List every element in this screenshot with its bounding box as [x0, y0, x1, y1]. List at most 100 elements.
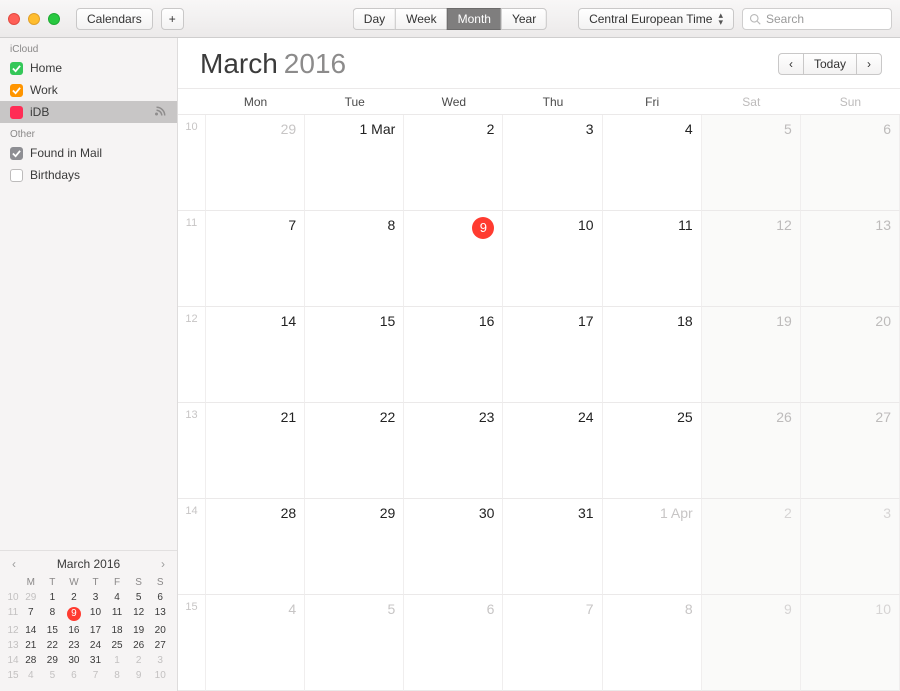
timezone-dropdown[interactable]: Central European Time ▴▾	[578, 8, 734, 30]
day-cell[interactable]: 13	[801, 211, 900, 307]
day-cell[interactable]: 6	[801, 115, 900, 211]
mini-day[interactable]: 5	[128, 590, 150, 605]
mini-day[interactable]: 10	[149, 668, 171, 683]
mini-day[interactable]: 17	[85, 623, 107, 638]
day-cell[interactable]: 18	[603, 307, 702, 403]
day-cell[interactable]: 14	[206, 307, 305, 403]
day-cell[interactable]: 21	[206, 403, 305, 499]
mini-day[interactable]: 30	[63, 653, 85, 668]
mini-day[interactable]: 8	[42, 605, 64, 623]
mini-day[interactable]: 23	[63, 638, 85, 653]
mini-day[interactable]: 29	[42, 653, 64, 668]
mini-day[interactable]: 4	[106, 590, 128, 605]
mini-day[interactable]: 2	[63, 590, 85, 605]
day-cell[interactable]: 2	[404, 115, 503, 211]
calendar-checkbox[interactable]	[10, 62, 23, 75]
day-cell[interactable]: 8	[305, 211, 404, 307]
mini-day[interactable]: 1	[42, 590, 64, 605]
prev-button[interactable]: ‹	[778, 53, 803, 75]
day-cell[interactable]: 19	[702, 307, 801, 403]
mini-day[interactable]: 9	[63, 605, 85, 623]
zoom-window-button[interactable]	[48, 13, 60, 25]
mini-day[interactable]: 6	[149, 590, 171, 605]
mini-day[interactable]: 31	[85, 653, 107, 668]
calendars-button[interactable]: Calendars	[76, 8, 153, 30]
day-cell[interactable]: 1 Apr	[603, 499, 702, 595]
day-cell[interactable]: 4	[206, 595, 305, 691]
day-cell[interactable]: 27	[801, 403, 900, 499]
day-cell[interactable]: 3	[503, 115, 602, 211]
mini-day[interactable]: 1	[106, 653, 128, 668]
mini-prev-button[interactable]: ‹	[8, 557, 20, 571]
day-cell[interactable]: 24	[503, 403, 602, 499]
mini-day[interactable]: 9	[128, 668, 150, 683]
mini-day[interactable]: 14	[20, 623, 42, 638]
mini-day[interactable]: 24	[85, 638, 107, 653]
day-cell[interactable]: 17	[503, 307, 602, 403]
day-cell[interactable]: 10	[503, 211, 602, 307]
day-cell[interactable]: 9	[404, 211, 503, 307]
day-cell[interactable]: 7	[503, 595, 602, 691]
minimize-window-button[interactable]	[28, 13, 40, 25]
day-cell[interactable]: 8	[603, 595, 702, 691]
calendar-item-work[interactable]: Work	[0, 79, 177, 101]
mini-day[interactable]: 22	[42, 638, 64, 653]
mini-day[interactable]: 3	[149, 653, 171, 668]
mini-day[interactable]: 7	[20, 605, 42, 623]
calendar-checkbox[interactable]	[10, 169, 23, 182]
mini-day[interactable]: 8	[106, 668, 128, 683]
mini-day[interactable]: 3	[85, 590, 107, 605]
next-button[interactable]: ›	[856, 53, 882, 75]
day-cell[interactable]: 1 Mar	[305, 115, 404, 211]
day-cell[interactable]: 12	[702, 211, 801, 307]
mini-day[interactable]: 15	[42, 623, 64, 638]
mini-day[interactable]: 2	[128, 653, 150, 668]
day-cell[interactable]: 10	[801, 595, 900, 691]
view-day-button[interactable]: Day	[353, 8, 395, 30]
mini-day[interactable]: 10	[85, 605, 107, 623]
day-cell[interactable]: 5	[702, 115, 801, 211]
mini-next-button[interactable]: ›	[157, 557, 169, 571]
day-cell[interactable]: 28	[206, 499, 305, 595]
mini-day[interactable]: 11	[106, 605, 128, 623]
add-button[interactable]: +	[161, 8, 184, 30]
view-year-button[interactable]: Year	[501, 8, 547, 30]
day-cell[interactable]: 23	[404, 403, 503, 499]
calendar-item-birthdays[interactable]: Birthdays	[0, 164, 177, 186]
day-cell[interactable]: 4	[603, 115, 702, 211]
mini-day[interactable]: 20	[149, 623, 171, 638]
calendar-item-home[interactable]: Home	[0, 57, 177, 79]
day-cell[interactable]: 5	[305, 595, 404, 691]
mini-day[interactable]: 29	[20, 590, 42, 605]
mini-day[interactable]: 21	[20, 638, 42, 653]
day-cell[interactable]: 31	[503, 499, 602, 595]
mini-day[interactable]: 16	[63, 623, 85, 638]
calendar-checkbox[interactable]	[10, 84, 23, 97]
day-cell[interactable]: 6	[404, 595, 503, 691]
calendar-checkbox[interactable]	[10, 147, 23, 160]
day-cell[interactable]: 29	[305, 499, 404, 595]
day-cell[interactable]: 26	[702, 403, 801, 499]
mini-day[interactable]: 27	[149, 638, 171, 653]
mini-day[interactable]: 19	[128, 623, 150, 638]
mini-day[interactable]: 28	[20, 653, 42, 668]
mini-day[interactable]: 26	[128, 638, 150, 653]
day-cell[interactable]: 9	[702, 595, 801, 691]
mini-day[interactable]: 6	[63, 668, 85, 683]
day-cell[interactable]: 30	[404, 499, 503, 595]
calendar-item-found-in-mail[interactable]: Found in Mail	[0, 142, 177, 164]
mini-day[interactable]: 5	[42, 668, 64, 683]
mini-day[interactable]: 7	[85, 668, 107, 683]
day-cell[interactable]: 15	[305, 307, 404, 403]
day-cell[interactable]: 3	[801, 499, 900, 595]
search-field[interactable]: Search	[742, 8, 892, 30]
calendar-checkbox[interactable]	[10, 106, 23, 119]
mini-day[interactable]: 18	[106, 623, 128, 638]
day-cell[interactable]: 2	[702, 499, 801, 595]
view-month-button[interactable]: Month	[447, 8, 501, 30]
mini-day[interactable]: 13	[149, 605, 171, 623]
day-cell[interactable]: 20	[801, 307, 900, 403]
mini-day[interactable]: 4	[20, 668, 42, 683]
day-cell[interactable]: 7	[206, 211, 305, 307]
close-window-button[interactable]	[8, 13, 20, 25]
